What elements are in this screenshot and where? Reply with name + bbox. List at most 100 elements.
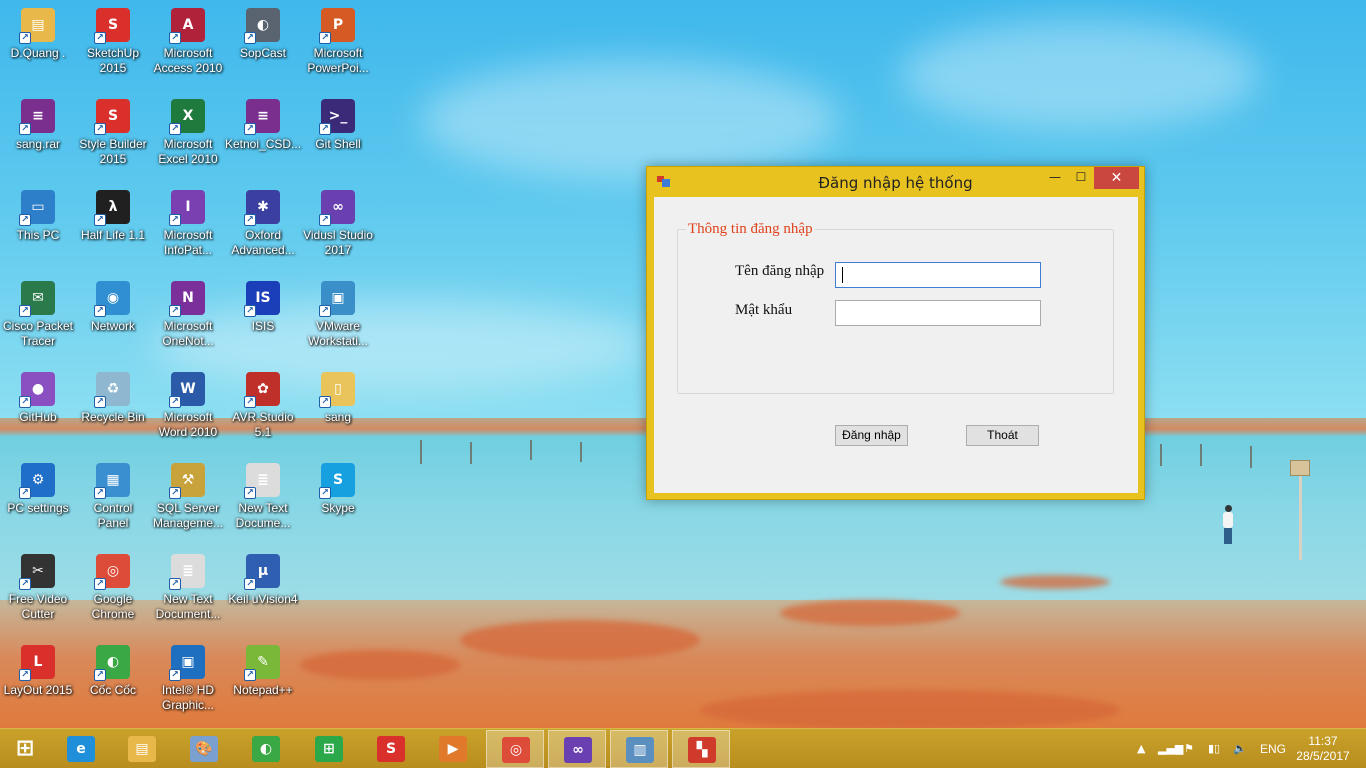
- maximize-button[interactable]: ☐: [1067, 167, 1095, 189]
- login-button[interactable]: Đăng nhập: [835, 425, 908, 446]
- desktop-icon[interactable]: ♻ ↗ Recycle Bin: [75, 366, 151, 452]
- desktop-icon[interactable]: S ↗ Style Builder 2015: [75, 93, 151, 179]
- avr-studio-icon: ✿ ↗: [244, 372, 280, 408]
- groupbox-title: Thông tin đăng nhập: [686, 221, 815, 238]
- minimize-button[interactable]: —: [1041, 167, 1069, 189]
- desktop-icon[interactable]: ✉ ↗ Cisco Packet Tracer: [0, 275, 76, 361]
- desktop-icon[interactable]: ≡ ↗ sang.rar: [0, 93, 76, 179]
- desktop-icon[interactable]: ▣ ↗ Intel® HD Graphic...: [150, 639, 226, 725]
- taskbar-button-media-player[interactable]: ▶: [424, 730, 482, 768]
- desktop-icon[interactable]: S ↗ SketchUp 2015: [75, 2, 151, 88]
- shortcut-arrow-icon: ↗: [244, 32, 256, 44]
- taskbar-button-visual-studio[interactable]: ∞: [548, 730, 606, 768]
- desktop-icon[interactable]: ▤ ↗ D.Quang .: [0, 2, 76, 88]
- shortcut-arrow-icon: ↗: [169, 578, 181, 590]
- exit-button[interactable]: Thoát: [966, 425, 1039, 446]
- show-hidden-icons-icon[interactable]: ▲: [1137, 729, 1145, 768]
- system-clock[interactable]: 11:37 28/5/2017: [1290, 734, 1356, 764]
- desktop-icon-label: Skype: [321, 501, 355, 515]
- desktop-icon-label: New Text Document...: [155, 592, 221, 621]
- shortcut-arrow-icon: ↗: [94, 214, 106, 226]
- shortcut-arrow-icon: ↗: [244, 396, 256, 408]
- desktop-icon[interactable]: ◐ ↗ SopCast: [225, 2, 301, 88]
- style-builder-icon: S ↗: [94, 99, 130, 135]
- taskbar-button-coccoc[interactable]: ◐: [237, 730, 295, 768]
- desktop-icon-label: AVR Studio 5.1: [232, 410, 294, 439]
- wallpaper-pole: [530, 440, 532, 460]
- desktop-icon[interactable]: μ ↗ Keil uVision4: [225, 548, 301, 634]
- desktop-icon[interactable]: ✂ ↗ Free Video Cutter: [0, 548, 76, 634]
- taskbar-button-paint[interactable]: 🎨: [175, 730, 233, 768]
- desktop-icon[interactable]: IS ↗ ISIS: [225, 275, 301, 361]
- desktop-icon-label: Half Life 1.1: [80, 228, 146, 242]
- desktop-icon[interactable]: ◐ ↗ Cốc Cốc: [75, 639, 151, 725]
- desktop-icon[interactable]: N ↗ Microsoft OneNot...: [150, 275, 226, 361]
- taskbar-button-chrome[interactable]: ◎: [486, 730, 544, 768]
- close-button[interactable]: ✕: [1094, 167, 1139, 189]
- sql-server-icon: ⚒ ↗: [169, 463, 205, 499]
- desktop-icon[interactable]: ∞ ↗ Vidusl Studio 2017: [300, 184, 376, 270]
- shortcut-arrow-icon: ↗: [94, 396, 106, 408]
- desktop-icon[interactable]: ⚙ ↗ PC settings: [0, 457, 76, 543]
- desktop-icon[interactable]: ▣ ↗ VMware Workstati...: [300, 275, 376, 361]
- desktop-icon[interactable]: P ↗ Microsoft PowerPoi...: [300, 2, 376, 88]
- desktop-icon[interactable]: λ ↗ Half Life 1.1: [75, 184, 151, 270]
- wallpaper-mudflat: [700, 690, 1120, 728]
- desktop-icon[interactable]: W ↗ Microsoft Word 2010: [150, 366, 226, 452]
- login-info-groupbox: Thông tin đăng nhập Tên đăng nhập Mật kh…: [677, 221, 1114, 394]
- desktop-icon[interactable]: A ↗ Microsoft Access 2010: [150, 2, 226, 88]
- control-panel-icon: ▦ ↗: [94, 463, 130, 499]
- coccoc-icon: ◐ ↗: [94, 645, 130, 681]
- desktop-icon[interactable]: ✎ ↗ Notepad++: [225, 639, 301, 725]
- desktop-icon[interactable]: ≣ ↗ New Text Document...: [150, 548, 226, 634]
- folder-icon: ▯ ↗: [319, 372, 355, 408]
- desktop-icon[interactable]: I ↗ Microsoft InfoPat...: [150, 184, 226, 270]
- taskbar-button-start[interactable]: ⊞: [0, 730, 50, 768]
- wallpaper-cloud: [420, 60, 840, 180]
- media-player-icon: ▶: [439, 736, 467, 762]
- desktop-icon[interactable]: ● ↗ GitHub: [0, 366, 76, 452]
- taskbar-button-internet-explorer[interactable]: e: [52, 730, 110, 768]
- shortcut-arrow-icon: ↗: [319, 214, 331, 226]
- action-center-flag-icon[interactable]: ⚑: [1184, 729, 1194, 768]
- winrar-icon: ≡ ↗: [19, 99, 55, 135]
- taskbar-button-file-explorer[interactable]: ▤: [113, 730, 171, 768]
- taskbar-button-store[interactable]: ⊞: [300, 730, 358, 768]
- username-field[interactable]: [835, 262, 1041, 288]
- coccoc-icon: ◐: [252, 736, 280, 762]
- desktop-icon-label: Keil uVision4: [228, 592, 298, 606]
- volume-icon[interactable]: 🔈: [1233, 729, 1247, 768]
- password-field[interactable]: [835, 300, 1041, 326]
- desktop-icon[interactable]: ▭ ↗ This PC: [0, 184, 76, 270]
- desktop-icon[interactable]: ≡ ↗ Ketnoi_CSD...: [225, 93, 301, 179]
- input-language-indicator[interactable]: ENG: [1260, 729, 1286, 768]
- taskbar-button-winforms-app[interactable]: ▚: [672, 730, 730, 768]
- desktop-icon-label: Microsoft OneNot...: [162, 319, 214, 348]
- dialog-titlebar[interactable]: Đăng nhập hệ thống — ☐ ✕: [647, 167, 1144, 197]
- wallpaper-signboard: [1290, 460, 1310, 476]
- desktop-icon[interactable]: S ↗ Skype: [300, 457, 376, 543]
- desktop-icon-label: GitHub: [19, 410, 57, 424]
- desktop-icon[interactable]: ≣ ↗ New Text Docume...: [225, 457, 301, 543]
- desktop-icon[interactable]: ▯ ↗ sang: [300, 366, 376, 452]
- desktop-icon[interactable]: ▦ ↗ Control Panel: [75, 457, 151, 543]
- desktop-icon[interactable]: >_ ↗ Git Shell: [300, 93, 376, 179]
- desktop-icon[interactable]: X ↗ Microsoft Excel 2010: [150, 93, 226, 179]
- desktop-icon[interactable]: ✱ ↗ Oxford Advanced...: [225, 184, 301, 270]
- desktop-icon[interactable]: ⚒ ↗ SQL Server Manageme...: [150, 457, 226, 543]
- wallpaper-person: [1220, 505, 1236, 545]
- desktop-icon[interactable]: L ↗ LayOut 2015: [0, 639, 76, 725]
- taskbar-button-resource-monitor[interactable]: ▥: [610, 730, 668, 768]
- battery-icon[interactable]: ▮▯: [1208, 729, 1220, 768]
- computer-icon: ▭ ↗: [19, 190, 55, 226]
- desktop-icon[interactable]: ✿ ↗ AVR Studio 5.1: [225, 366, 301, 452]
- shortcut-arrow-icon: ↗: [19, 578, 31, 590]
- desktop-icon-label: SopCast: [239, 46, 287, 60]
- paint-icon: 🎨: [190, 736, 218, 762]
- desktop-icon[interactable]: ◎ ↗ Google Chrome: [75, 548, 151, 634]
- desktop-icon[interactable]: ◉ ↗ Network: [75, 275, 151, 361]
- taskbar-button-sketchup[interactable]: S: [362, 730, 420, 768]
- sopcast-icon: ◐ ↗: [244, 8, 280, 44]
- wallpaper-mudflat: [460, 620, 700, 660]
- signal-strength-icon[interactable]: ▂▄▆: [1158, 729, 1183, 768]
